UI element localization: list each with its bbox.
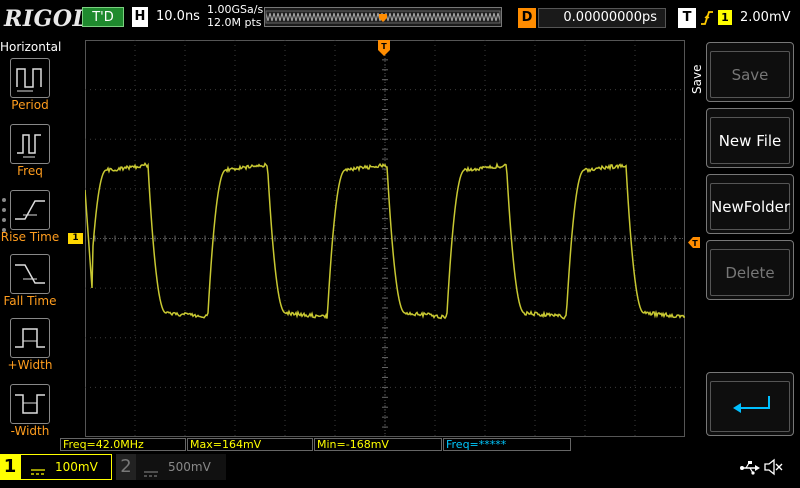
speaker-mute-icon[interactable] [764, 458, 784, 476]
delay-label: D [518, 8, 536, 28]
trigger-level-value[interactable]: 2.00mV [740, 10, 791, 25]
trigger-position-marker-icon[interactable]: T [378, 40, 390, 60]
measurement-max[interactable]: Max=164mV [187, 438, 313, 451]
save-label: Save [710, 51, 790, 98]
channel1-button[interactable]: 1 [0, 454, 20, 480]
horizontal-label: H [132, 7, 148, 27]
period-button[interactable] [10, 58, 50, 98]
new-folder-button[interactable]: NewFolder [706, 174, 794, 234]
freq-button[interactable] [10, 124, 50, 164]
right-menu-title: Save [690, 65, 704, 94]
trigger-source-badge: 1 [718, 10, 732, 25]
sample-rate: 1.00GSa/s [207, 3, 263, 16]
usb-icon [740, 460, 760, 474]
measurement-min[interactable]: Min=-168mV [314, 438, 442, 451]
graticule [85, 40, 685, 437]
delay-value[interactable]: 0.00000000ps [538, 8, 666, 28]
page-dot [2, 218, 6, 222]
trigger-status-badge: T'D [82, 7, 124, 27]
back-button[interactable] [706, 372, 794, 436]
rise-time-label: Rise Time [0, 230, 60, 244]
new-file-button[interactable]: New File [706, 108, 794, 168]
memory-overview-bar [264, 7, 502, 27]
timebase-value[interactable]: 10.0ns [156, 9, 200, 24]
fall-time-label: Fall Time [0, 294, 60, 308]
trigger-level-marker-icon[interactable]: T [688, 233, 700, 252]
freq-label: Freq [0, 164, 60, 178]
new-file-label: New File [710, 117, 790, 164]
trigger-label: T [678, 8, 696, 28]
positive-width-button[interactable] [10, 318, 50, 358]
channel2-button[interactable]: 2 [116, 454, 136, 480]
channel1-scale[interactable]: 100mV [20, 454, 112, 480]
dc-coupling-icon [31, 461, 45, 485]
page-dot [2, 198, 6, 202]
negative-width-label: -Width [0, 424, 60, 438]
channel2-scale-value: 500mV [168, 454, 211, 480]
fall-time-button[interactable] [10, 254, 50, 294]
memory-trigger-marker-icon [379, 7, 387, 15]
waveform-display[interactable] [85, 40, 685, 437]
memory-depth: 12.0M pts [207, 16, 262, 29]
dc-coupling-icon-ch2 [144, 462, 158, 488]
return-arrow-icon [711, 418, 791, 436]
measurement-freq-2[interactable]: Freq=***** [443, 438, 571, 451]
new-folder-label: NewFolder [710, 183, 790, 230]
negative-width-button[interactable] [10, 384, 50, 424]
period-label: Period [0, 98, 60, 112]
save-button[interactable]: Save [706, 42, 794, 102]
positive-width-label: +Width [0, 358, 60, 372]
delete-label: Delete [710, 249, 790, 296]
page-dot [2, 208, 6, 212]
measurement-freq[interactable]: Freq=42.0MHz [60, 438, 186, 451]
channel1-scale-value: 100mV [55, 455, 98, 479]
channel1-offset-marker[interactable]: 1 [68, 233, 83, 244]
rise-time-button[interactable] [10, 190, 50, 230]
svg-text:T: T [692, 239, 698, 248]
svg-text:T: T [381, 42, 387, 51]
back-button-frame [710, 381, 790, 432]
rigol-logo: RIGOL [4, 6, 89, 32]
delete-button[interactable]: Delete [706, 240, 794, 300]
channel2-scale[interactable]: 500mV [136, 454, 226, 480]
rising-edge-icon [700, 9, 714, 27]
left-menu-title: Horizontal [0, 40, 60, 54]
